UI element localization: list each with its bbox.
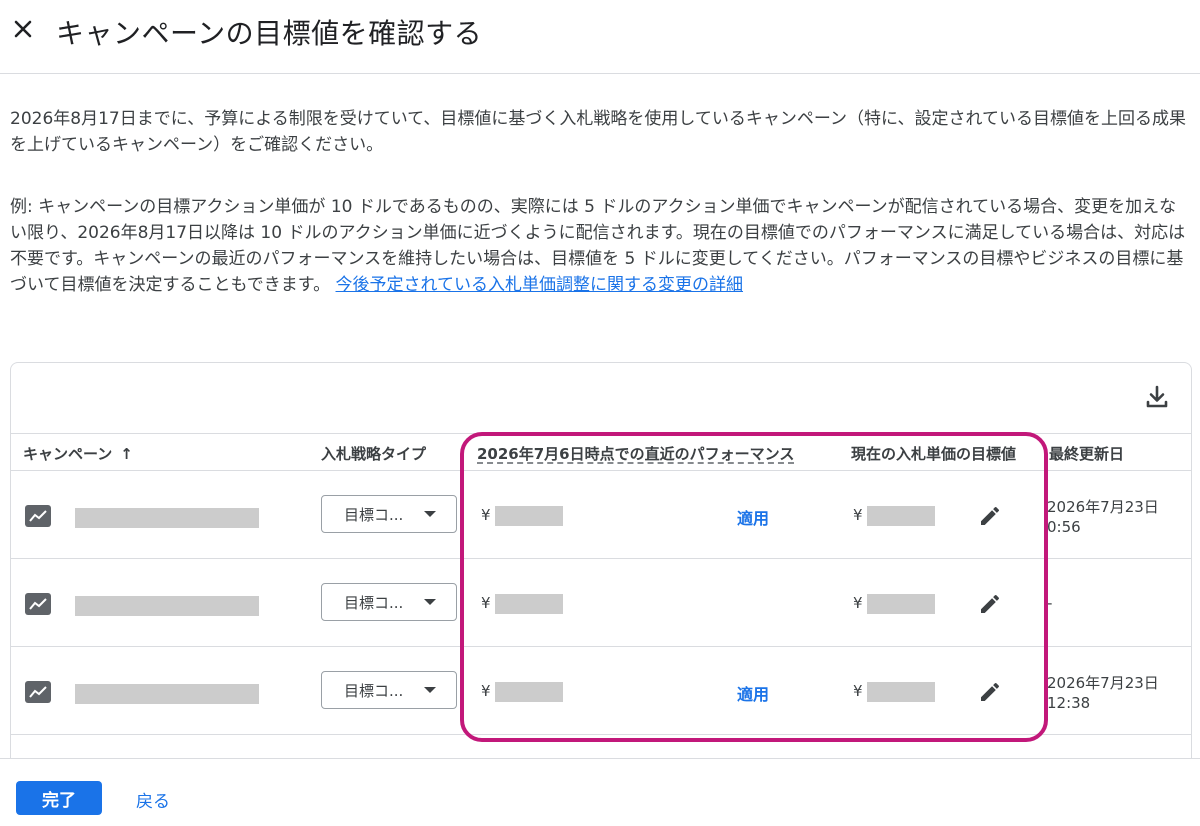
column-header-target[interactable]: 現在の入札単価の目標値 <box>851 443 1025 464</box>
download-icon <box>1146 385 1168 408</box>
download-button[interactable] <box>1143 383 1171 411</box>
last-updated: - <box>1047 593 1187 613</box>
pencil-icon <box>981 506 1000 525</box>
close-icon <box>14 20 32 38</box>
campaign-name-redacted[interactable] <box>75 596 259 616</box>
last-updated-date: - <box>1047 594 1053 612</box>
campaign-type-icon <box>25 505 51 527</box>
apply-button[interactable]: 適用 <box>737 505 769 529</box>
sort-ascending-icon: ↑ <box>120 444 133 463</box>
bid-strategy-value: 目標コ... <box>344 681 404 700</box>
table-row: 目標コ... ¥ 適用 ¥ 2026年7月23日 12:38 <box>11 647 1191 735</box>
column-header-updated[interactable]: 最終更新日 <box>1049 443 1124 464</box>
dropdown-caret-icon <box>424 599 436 605</box>
campaign-name-redacted[interactable] <box>75 684 259 704</box>
edit-target-button[interactable] <box>975 589 1005 619</box>
done-button[interactable]: 完了 <box>16 781 102 815</box>
target-value-redacted <box>867 682 935 702</box>
last-updated-date: 2026年7月23日 <box>1047 674 1159 692</box>
table-row: 目標コ... ¥ ¥ - <box>11 559 1191 647</box>
table-row: 目標コ... ¥ 適用 ¥ 2026年7月23日 0:56 <box>11 471 1191 559</box>
bid-strategy-dropdown[interactable]: 目標コ... <box>321 495 457 533</box>
performance-value-redacted <box>495 594 563 614</box>
last-updated-time: 0:56 <box>1047 518 1081 536</box>
last-updated-date: 2026年7月23日 <box>1047 498 1159 516</box>
bid-strategy-dropdown[interactable]: 目標コ... <box>321 583 457 621</box>
target-currency: ¥ <box>853 682 863 700</box>
dialog-footer: 完了 戻る <box>0 758 1200 826</box>
column-header-performance[interactable]: 2026年7月6日時点での直近のパフォーマンス <box>477 443 817 464</box>
performance-value-redacted <box>495 506 563 526</box>
bid-strategy-dropdown[interactable]: 目標コ... <box>321 671 457 709</box>
pencil-icon <box>981 594 1000 613</box>
target-currency: ¥ <box>853 506 863 524</box>
dialog-header: キャンペーンの目標値を確認する <box>0 0 1200 74</box>
pencil-icon <box>981 682 1000 701</box>
bid-adjustment-details-link[interactable]: 今後予定されている入札単価調整に関する変更の詳細 <box>336 275 744 295</box>
dropdown-caret-icon <box>424 687 436 693</box>
performance-currency: ¥ <box>481 682 491 700</box>
target-value-redacted <box>867 594 935 614</box>
target-currency: ¥ <box>853 594 863 612</box>
dropdown-caret-icon <box>424 511 436 517</box>
column-header-strategy[interactable]: 入札戦略タイプ <box>321 443 426 464</box>
performance-currency: ¥ <box>481 594 491 612</box>
column-header-campaign[interactable]: キャンペーン ↑ <box>23 443 133 464</box>
performance-value-redacted <box>495 682 563 702</box>
bid-strategy-value: 目標コ... <box>344 593 404 612</box>
page-title: キャンペーンの目標値を確認する <box>56 17 483 50</box>
last-updated: 2026年7月23日 12:38 <box>1047 673 1187 713</box>
column-header-campaign-label: キャンペーン <box>23 445 113 463</box>
bid-strategy-value: 目標コ... <box>344 505 404 524</box>
campaign-type-icon <box>25 681 51 703</box>
campaign-name-redacted[interactable] <box>75 508 259 528</box>
target-value-redacted <box>867 506 935 526</box>
table-header: キャンペーン ↑ 入札戦略タイプ 2026年7月6日時点での直近のパフォーマンス… <box>11 433 1191 471</box>
last-updated-time: 12:38 <box>1047 694 1091 712</box>
edit-target-button[interactable] <box>975 677 1005 707</box>
campaign-type-icon <box>25 593 51 615</box>
last-updated: 2026年7月23日 0:56 <box>1047 497 1187 537</box>
back-button[interactable]: 戻る <box>136 787 170 812</box>
close-button[interactable] <box>8 14 38 44</box>
performance-currency: ¥ <box>481 506 491 524</box>
description-paragraph-2: 例: キャンペーンの目標アクション単価が 10 ドルであるものの、実際には 5 … <box>10 194 1190 298</box>
campaign-table-card: キャンペーン ↑ 入札戦略タイプ 2026年7月6日時点での直近のパフォーマンス… <box>10 362 1192 782</box>
apply-button[interactable]: 適用 <box>737 681 769 705</box>
description-paragraph-1: 2026年8月17日までに、予算による制限を受けていて、目標値に基づく入札戦略を… <box>10 109 1186 155</box>
edit-target-button[interactable] <box>975 501 1005 531</box>
